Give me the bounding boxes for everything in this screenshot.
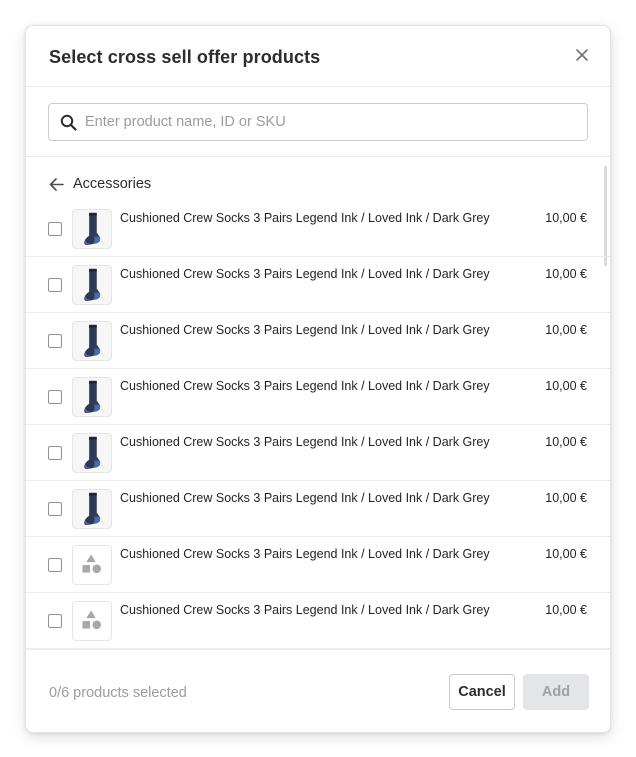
product-thumbnail	[72, 265, 112, 305]
product-checkbox[interactable]	[48, 278, 62, 292]
product-rows: Cushioned Crew Socks 3 Pairs Legend Ink …	[26, 201, 610, 649]
search-input[interactable]	[85, 105, 580, 139]
product-thumbnail	[72, 377, 112, 417]
shapes-placeholder-icon	[72, 601, 112, 641]
search-icon	[60, 114, 77, 131]
product-price: 10,00 €	[545, 547, 587, 561]
add-button[interactable]: Add	[523, 674, 589, 710]
product-name: Cushioned Crew Socks 3 Pairs Legend Ink …	[120, 379, 490, 393]
product-row[interactable]: Cushioned Crew Socks 3 Pairs Legend Ink …	[26, 257, 610, 313]
product-row[interactable]: Cushioned Crew Socks 3 Pairs Legend Ink …	[26, 369, 610, 425]
product-name: Cushioned Crew Socks 3 Pairs Legend Ink …	[120, 323, 490, 337]
product-price: 10,00 €	[545, 267, 587, 281]
product-price: 10,00 €	[545, 379, 587, 393]
search-field[interactable]	[48, 103, 588, 141]
product-name: Cushioned Crew Socks 3 Pairs Legend Ink …	[120, 603, 490, 617]
product-thumbnail	[72, 489, 112, 529]
modal-header: Select cross sell offer products	[26, 26, 610, 87]
product-list-area: Accessories Cushioned Crew Socks 3 Pairs…	[26, 158, 610, 649]
product-price: 10,00 €	[545, 491, 587, 505]
product-name: Cushioned Crew Socks 3 Pairs Legend Ink …	[120, 211, 490, 225]
cancel-button[interactable]: Cancel	[449, 674, 515, 710]
product-price: 10,00 €	[545, 211, 587, 225]
product-name: Cushioned Crew Socks 3 Pairs Legend Ink …	[120, 491, 490, 505]
product-row[interactable]: Cushioned Crew Socks 3 Pairs Legend Ink …	[26, 313, 610, 369]
product-thumbnail	[72, 321, 112, 361]
product-checkbox[interactable]	[48, 558, 62, 572]
product-price: 10,00 €	[545, 603, 587, 617]
shapes-placeholder-icon	[72, 545, 112, 585]
product-checkbox[interactable]	[48, 390, 62, 404]
modal-footer: 0/6 products selected Cancel Add	[26, 649, 610, 732]
product-name: Cushioned Crew Socks 3 Pairs Legend Ink …	[120, 267, 490, 281]
product-row[interactable]: Cushioned Crew Socks 3 Pairs Legend Ink …	[26, 201, 610, 257]
modal-title: Select cross sell offer products	[49, 47, 321, 67]
product-name: Cushioned Crew Socks 3 Pairs Legend Ink …	[120, 547, 490, 561]
product-picker-modal: Select cross sell offer products Accesso…	[25, 25, 611, 733]
product-thumbnail	[72, 209, 112, 249]
back-to-category-link[interactable]: Accessories	[48, 175, 151, 193]
arrow-left-icon	[49, 177, 64, 191]
close-icon[interactable]	[574, 47, 590, 63]
product-thumbnail	[72, 433, 112, 473]
product-checkbox[interactable]	[48, 334, 62, 348]
selected-count: 0/6 products selected	[49, 685, 187, 701]
product-checkbox[interactable]	[48, 502, 62, 516]
product-row[interactable]: Cushioned Crew Socks 3 Pairs Legend Ink …	[26, 425, 610, 481]
product-checkbox[interactable]	[48, 614, 62, 628]
category-label: Accessories	[73, 176, 152, 192]
product-price: 10,00 €	[545, 323, 587, 337]
product-row[interactable]: Cushioned Crew Socks 3 Pairs Legend Ink …	[26, 537, 610, 593]
product-row[interactable]: Cushioned Crew Socks 3 Pairs Legend Ink …	[26, 593, 610, 649]
product-checkbox[interactable]	[48, 446, 62, 460]
product-checkbox[interactable]	[48, 222, 62, 236]
product-name: Cushioned Crew Socks 3 Pairs Legend Ink …	[120, 435, 490, 449]
product-row[interactable]: Cushioned Crew Socks 3 Pairs Legend Ink …	[26, 481, 610, 537]
search-section	[26, 87, 610, 157]
product-price: 10,00 €	[545, 435, 587, 449]
